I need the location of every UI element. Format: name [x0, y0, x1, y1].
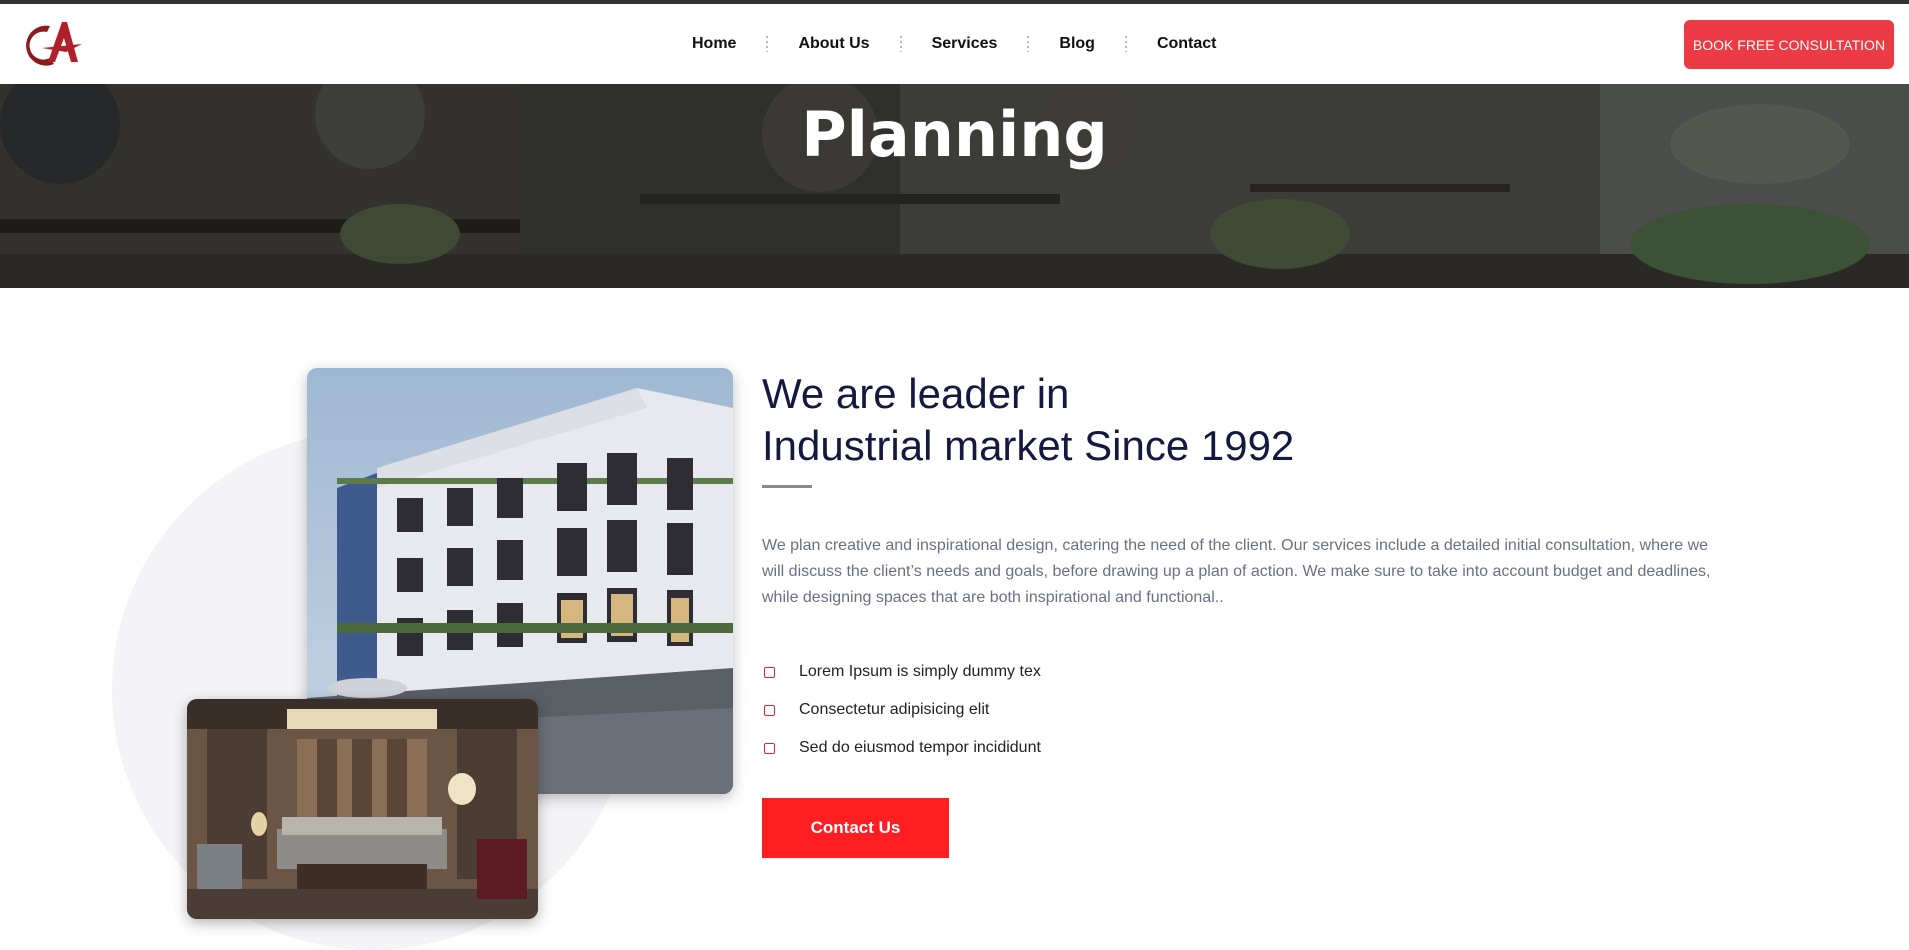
- list-item: Consectetur adipisicing elit: [762, 691, 1041, 729]
- nav-divider: [1013, 34, 1043, 54]
- list-item: Lorem Ipsum is simply dummy tex: [762, 653, 1041, 691]
- page-title: Planning: [801, 98, 1108, 171]
- heading-line-1: We are leader in: [762, 370, 1070, 417]
- logo-icon: [26, 22, 82, 66]
- nav-divider: [1111, 34, 1141, 54]
- bedroom-interior-image: [187, 699, 538, 919]
- section-heading: We are leader in Industrial market Since…: [762, 368, 1462, 472]
- site-logo[interactable]: [20, 18, 82, 70]
- nav-divider: [886, 34, 916, 54]
- heading-line-2: Industrial market Since 1992: [762, 422, 1295, 469]
- contact-us-button[interactable]: Contact Us: [762, 798, 949, 858]
- list-item: Sed do eiusmod tempor incididunt: [762, 729, 1041, 767]
- list-item-text: Lorem Ipsum is simply dummy tex: [799, 663, 1041, 680]
- main-nav: Home About Us Services Blog Contact: [676, 4, 1233, 84]
- list-item-text: Sed do eiusmod tempor incididunt: [799, 739, 1041, 756]
- checkbox-icon: [764, 742, 775, 754]
- nav-divider: [752, 34, 782, 54]
- checkbox-icon: [764, 704, 775, 716]
- nav-services[interactable]: Services: [916, 35, 1014, 53]
- heading-underline: [762, 485, 812, 488]
- checkbox-icon: [764, 666, 775, 678]
- book-consultation-button[interactable]: BOOK FREE CONSULTATION: [1684, 20, 1894, 69]
- nav-contact[interactable]: Contact: [1141, 35, 1233, 53]
- feature-list: Lorem Ipsum is simply dummy tex Consecte…: [762, 653, 1041, 767]
- list-item-text: Consectetur adipisicing elit: [799, 701, 990, 718]
- nav-about-us[interactable]: About Us: [782, 35, 885, 53]
- nav-blog[interactable]: Blog: [1043, 35, 1111, 53]
- section-description: We plan creative and inspirational desig…: [762, 537, 1711, 606]
- nav-home[interactable]: Home: [676, 35, 752, 53]
- hero-banner: Planning: [0, 84, 1909, 288]
- site-header: Home About Us Services Blog Contact BOOK…: [0, 4, 1909, 84]
